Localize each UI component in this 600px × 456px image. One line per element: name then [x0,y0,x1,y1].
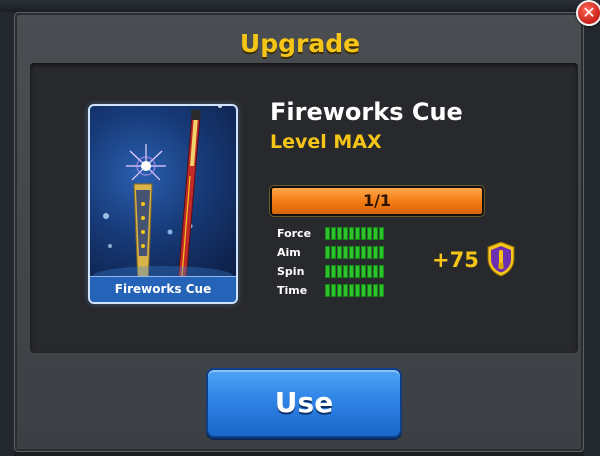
stat-segment [331,265,336,278]
stat-segment [349,284,354,297]
stat-segment [349,227,354,240]
cue-shield-icon [487,241,515,277]
stat-segment [355,227,360,240]
close-button[interactable]: ✕ [576,0,600,26]
stat-segment [331,227,336,240]
cue-stick [177,110,201,283]
cue-card: Fireworks Cue [88,104,238,304]
stat-segment [355,284,360,297]
stat-label: Spin [277,265,305,278]
fireworks-cue-image [93,106,233,286]
stat-bar-aim [325,246,384,259]
background-top-strip [0,0,600,12]
stat-segment [361,246,366,259]
stat-segment [343,246,348,259]
stat-segment [367,284,372,297]
stat-segment [355,246,360,259]
stat-segment [349,265,354,278]
stat-segment [349,246,354,259]
stat-segment [379,227,384,240]
stat-segment [379,265,384,278]
stat-segment [361,227,366,240]
stat-segment [379,246,384,259]
stat-segment [373,265,378,278]
stat-segment [367,227,372,240]
stat-segment [373,227,378,240]
stat-segment [331,246,336,259]
dialog-title: Upgrade [239,29,361,58]
stat-segment [325,265,330,278]
stat-segment [337,246,342,259]
stat-row-time: Time [277,281,407,300]
stat-segment [325,227,330,240]
stat-label: Aim [277,246,301,259]
bonus-value: +75 [432,248,479,272]
stat-segment [331,284,336,297]
stat-segment [379,284,384,297]
stat-label: Force [277,227,312,240]
stat-segment [337,227,342,240]
stat-row-spin: Spin [277,262,407,281]
stat-segment [373,284,378,297]
use-button[interactable]: Use [206,368,402,438]
stat-segment [355,265,360,278]
background-bottom-text [160,440,440,456]
stat-segment [367,265,372,278]
stat-row-force: Force [277,224,407,243]
stat-bar-force [325,227,384,240]
upgrade-progress-bar: 1/1 [270,186,484,216]
stat-row-aim: Aim [277,243,407,262]
cue-stats: Force Aim Spin Time [277,224,407,300]
background-right-edge [584,12,600,456]
background-left-edge [0,12,14,456]
stat-segment [361,265,366,278]
stat-segment [325,284,330,297]
stat-segment [343,265,348,278]
firework-burst [126,144,166,181]
stat-label: Time [277,284,308,297]
card-label: Fireworks Cue [90,276,236,302]
stat-bar-spin [325,265,384,278]
stat-segment [367,246,372,259]
sparkle-particles [103,106,222,258]
cue-level: Level MAX [270,131,382,153]
stat-bar-time [325,284,384,297]
stat-segment [337,284,342,297]
use-button-label: Use [274,386,334,419]
stat-segment [361,284,366,297]
close-icon: ✕ [582,3,596,22]
stat-segment [325,246,330,259]
cue-name: Fireworks Cue [270,98,463,126]
stat-segment [337,265,342,278]
stat-segment [343,284,348,297]
stat-segment [343,227,348,240]
stat-segment [373,246,378,259]
progress-text: 1/1 [362,191,392,210]
